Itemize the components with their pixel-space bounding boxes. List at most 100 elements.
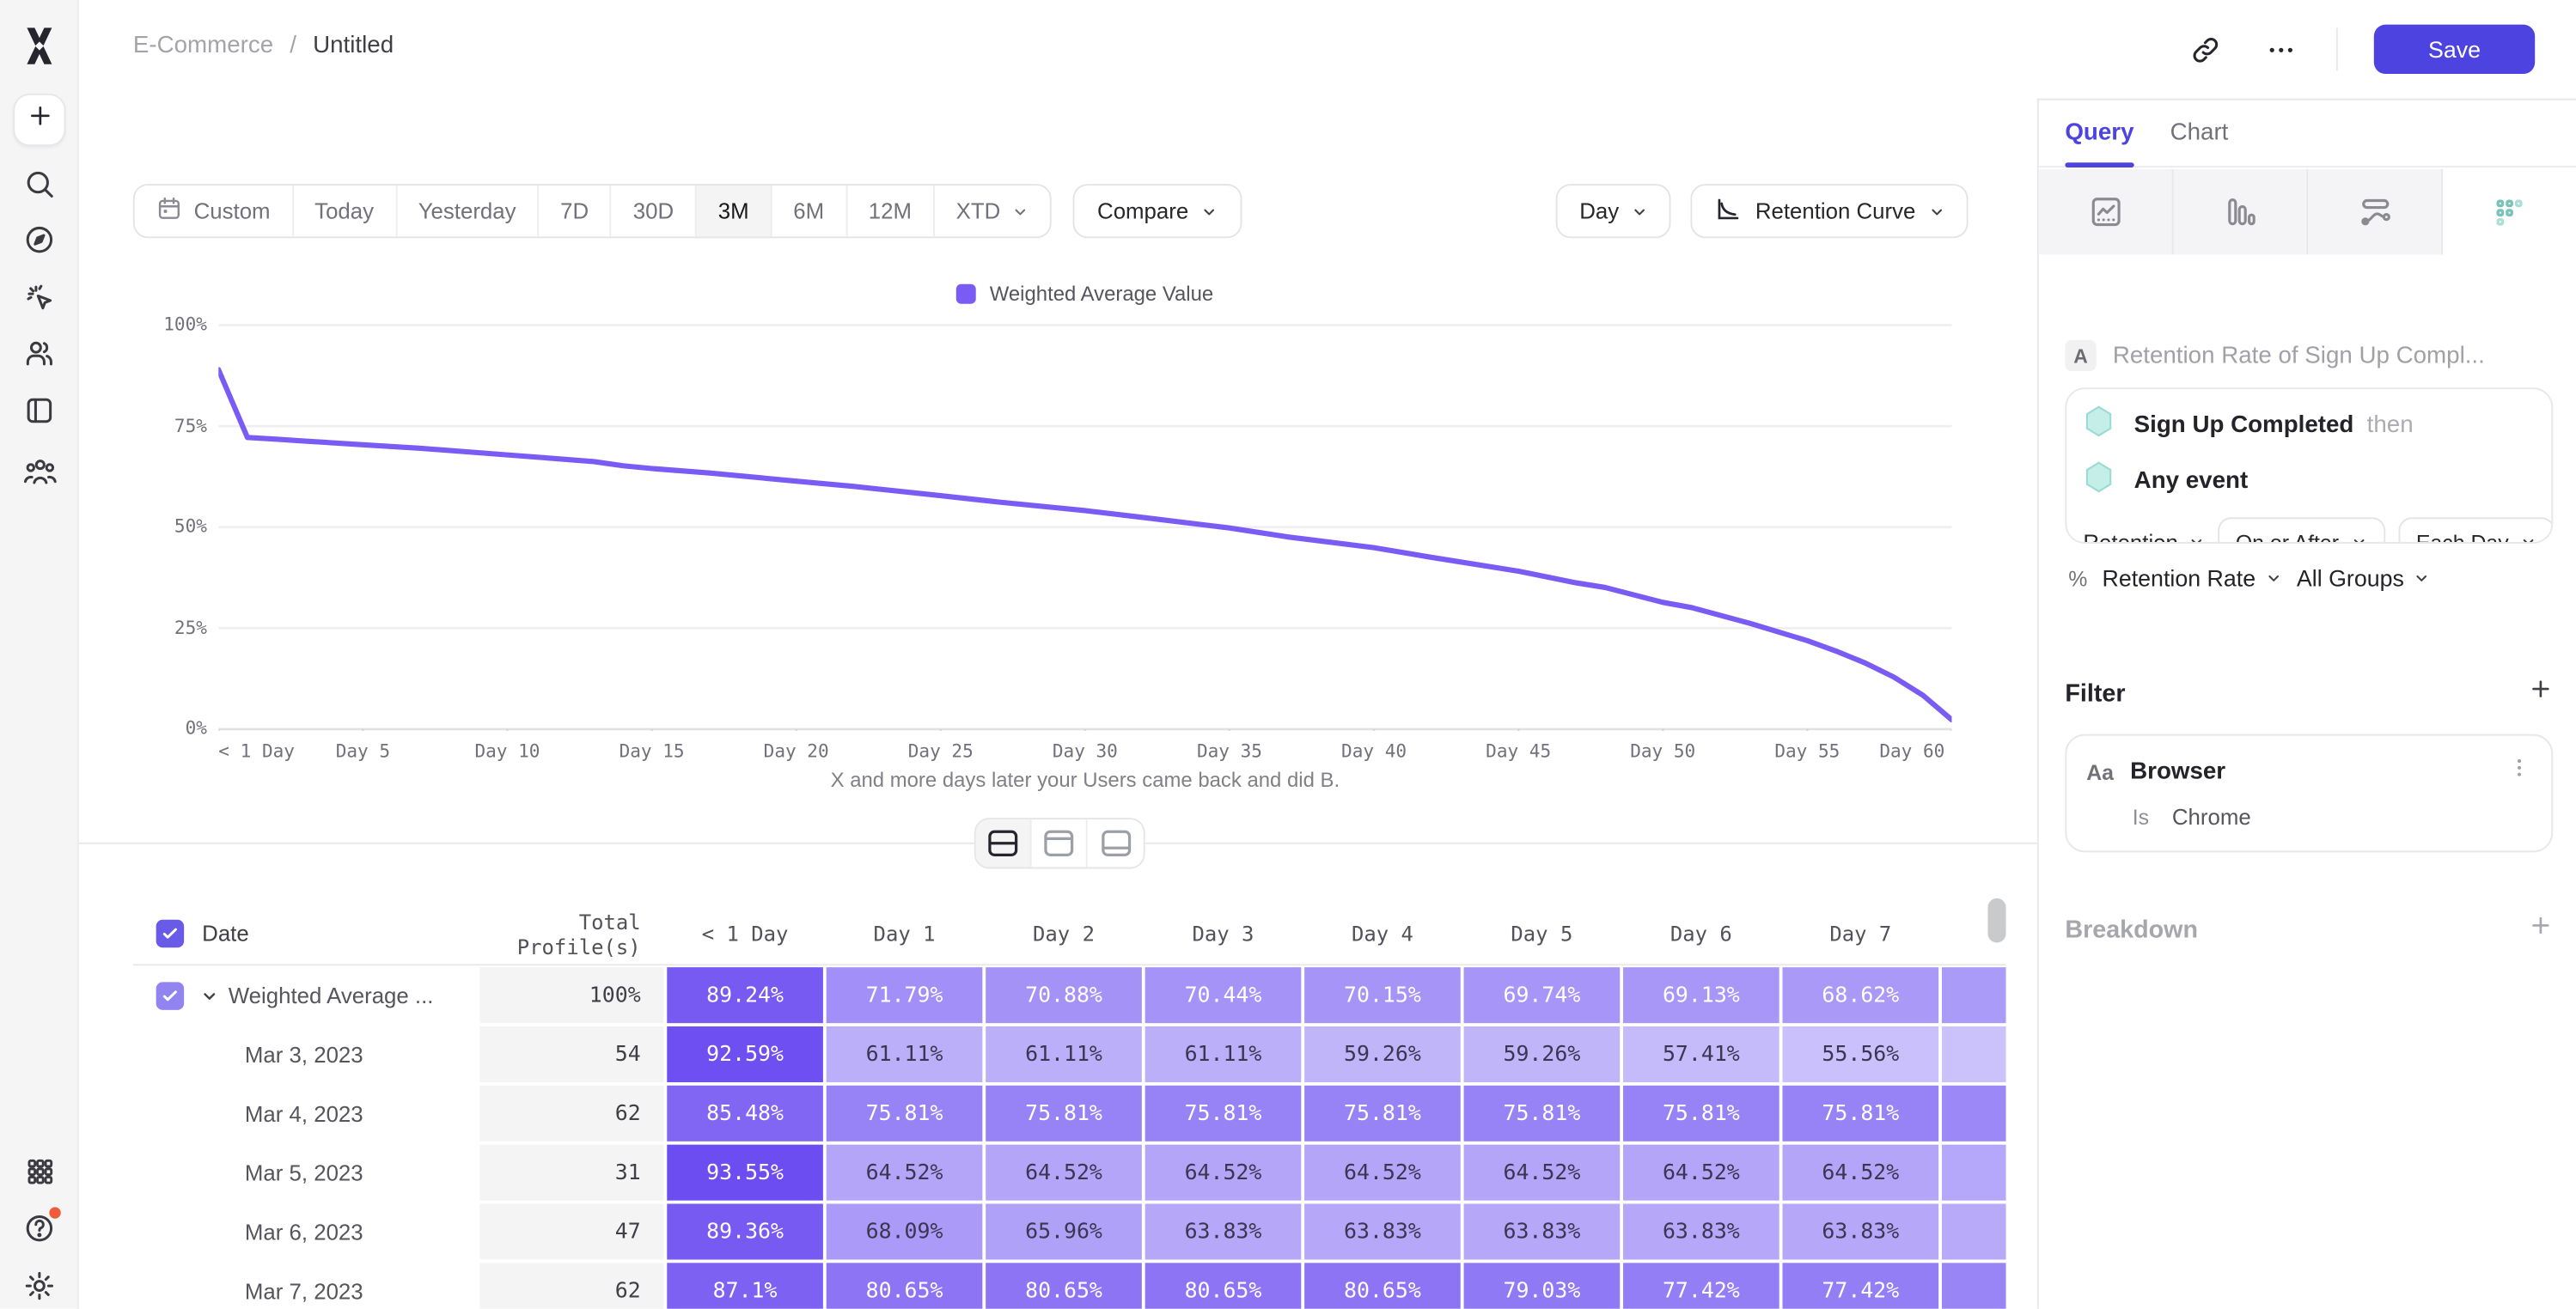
retention-bucket-dropdown[interactable]: Each Day [2398,517,2553,544]
range-today[interactable]: Today [293,186,397,236]
filter-operator[interactable]: Is [2133,805,2149,830]
retention-cell[interactable]: 89.24% [667,967,823,1023]
expand-chevron-icon[interactable] [200,986,218,1004]
retention-cell[interactable]: 75.81% [827,1086,983,1142]
column-header-day[interactable]: Day 1 [827,922,983,947]
retention-cell[interactable]: 75.81% [986,1086,1142,1142]
retention-cell[interactable]: 80.65% [1145,1263,1302,1309]
settings-gear-icon[interactable] [20,1266,59,1306]
share-link-icon[interactable] [2185,29,2225,69]
breadcrumb-parent[interactable]: E-Commerce [133,33,273,59]
retention-cell[interactable]: 64 [1942,1145,2006,1201]
event-row-return[interactable]: Any event [2080,461,2538,501]
table-row[interactable]: Mar 4, 20236285.48%75.81%75.81%75.81%75.… [133,1086,2006,1142]
column-header-day[interactable]: Day 4 [1304,922,1461,947]
layout-split-button[interactable] [976,819,1032,867]
retention-cell[interactable]: 71.79% [827,967,983,1023]
events-click-icon[interactable] [20,277,59,317]
retention-curve-chart[interactable] [218,324,1951,731]
range-6m[interactable]: 6M [772,186,847,236]
tab-query[interactable]: Query [2065,100,2133,166]
apps-grid-icon[interactable] [20,1151,59,1190]
users-icon[interactable] [20,333,59,373]
filter-item-card[interactable]: Aa Browser Is Chrome [2065,734,2553,853]
table-row[interactable]: Mar 6, 20234789.36%68.09%65.96%63.83%63.… [133,1203,2006,1259]
retention-cell[interactable]: 75.81% [1464,1086,1621,1142]
retention-cell[interactable]: 57.41% [1623,1026,1779,1082]
range-yesterday[interactable]: Yesterday [397,186,539,236]
column-header-day[interactable]: < 1 Day [667,922,823,947]
query-step-header[interactable]: A Retention Rate of Sign Up Compl... [2065,340,2484,371]
range-xtd[interactable]: XTD [935,186,1050,236]
retention-cell[interactable]: 80.65% [827,1263,983,1309]
retention-cell[interactable]: 68.62% [1783,967,1939,1023]
retention-cell[interactable]: 61.11% [1145,1026,1302,1082]
column-header-total[interactable]: Total Profile(s) [479,909,663,958]
table-scrollbar-thumb[interactable] [1988,898,2006,943]
compare-button[interactable]: Compare [1072,184,1242,238]
bar-chart-icon[interactable] [2174,169,2309,254]
range-7d[interactable]: 7D [539,186,612,236]
app-logo-x-icon[interactable] [16,23,63,70]
select-all-checkbox[interactable] [156,920,185,948]
range-30d[interactable]: 30D [612,186,697,236]
help-icon[interactable] [20,1209,59,1248]
retention-cell[interactable]: 64.52% [1304,1145,1461,1201]
retention-cell[interactable]: 70.15% [1304,967,1461,1023]
retention-cell[interactable]: 64.52% [1623,1145,1779,1201]
range-3m[interactable]: 3M [697,186,772,236]
retention-mode-dropdown[interactable]: Retention [2080,530,2205,544]
cohorts-community-icon[interactable] [20,450,59,490]
retention-cell[interactable]: 74 [1942,1086,2006,1142]
measure-metric-dropdown[interactable]: Retention Rate [2103,565,2282,592]
range-12m[interactable]: 12M [847,186,935,236]
retention-cell[interactable]: 63.83% [1783,1203,1939,1259]
retention-cell[interactable]: 63 [1942,1203,2006,1259]
retention-cell[interactable]: 59.26% [1464,1026,1621,1082]
granularity-dropdown[interactable]: Day [1556,184,1671,238]
breadcrumb-current[interactable]: Untitled [313,33,394,59]
retention-cell[interactable]: 75.81% [1145,1086,1302,1142]
retention-cell[interactable]: 63.83% [1464,1203,1621,1259]
column-header-date[interactable]: Date [202,922,249,947]
explore-compass-icon[interactable] [20,220,59,259]
table-row[interactable]: Mar 7, 20236287.1%80.65%80.65%80.65%80.6… [133,1263,2006,1309]
retention-cell[interactable]: 63.83% [1623,1203,1779,1259]
table-row[interactable]: Mar 5, 20233193.55%64.52%64.52%64.52%64.… [133,1145,2006,1201]
retention-cell[interactable]: 69.13% [1623,967,1779,1023]
table-row[interactable]: Mar 3, 20235492.59%61.11%61.11%61.11%59.… [133,1026,2006,1082]
column-header-day[interactable]: Day 2 [986,922,1142,947]
column-header-day[interactable]: Day 7 [1783,922,1939,947]
retention-cell[interactable]: 80.65% [986,1263,1142,1309]
chart-legend[interactable]: Weighted Average Value [218,283,1951,306]
column-header-day[interactable]: Day 5 [1464,922,1621,947]
retention-cell[interactable]: 64.52% [986,1145,1142,1201]
row-checkbox[interactable] [156,981,185,1009]
retention-cell[interactable]: 80.65% [1304,1263,1461,1309]
retention-cell[interactable]: 64.52% [1783,1145,1939,1201]
retention-dots-icon[interactable] [2443,169,2576,254]
retention-cell[interactable]: 64.52% [1464,1145,1621,1201]
measure-group-dropdown[interactable]: All Groups [2297,565,2431,592]
retention-cell[interactable]: 92.59% [667,1026,823,1082]
retention-cell[interactable]: 68.09% [827,1203,983,1259]
library-icon[interactable] [20,391,59,430]
line-chart-icon[interactable] [2039,169,2174,254]
more-options-icon[interactable] [2261,29,2300,69]
save-button[interactable]: Save [2374,25,2535,74]
filter-kebab-icon[interactable] [2507,756,2532,788]
retention-cell[interactable]: 79.03% [1464,1263,1621,1309]
retention-cell[interactable]: 65.96% [986,1203,1142,1259]
search-icon[interactable] [20,164,59,204]
retention-cell[interactable]: 63.83% [1304,1203,1461,1259]
retention-cell[interactable]: 68 [1942,967,2006,1023]
new-report-button[interactable] [13,94,65,146]
add-breakdown-icon[interactable] [2529,913,2554,946]
retention-cell[interactable]: 55.56% [1783,1026,1939,1082]
retention-cell[interactable]: 75.81% [1623,1086,1779,1142]
retention-cell[interactable]: 77.42% [1783,1263,1939,1309]
retention-cell[interactable]: 61.11% [986,1026,1142,1082]
retention-cell[interactable]: 69.74% [1464,967,1621,1023]
tab-chart[interactable]: Chart [2170,100,2229,166]
retention-cell[interactable]: 85.48% [667,1086,823,1142]
